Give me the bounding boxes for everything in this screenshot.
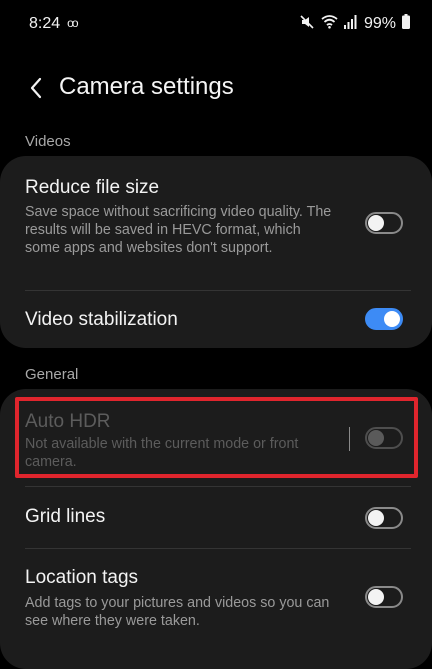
grid-lines-toggle[interactable]	[365, 507, 403, 529]
highlight-box	[15, 397, 418, 478]
setting-title: Location tags	[25, 567, 139, 588]
wifi-icon	[321, 14, 338, 34]
setting-title: Video stabilization	[25, 309, 178, 330]
section-label-videos: Videos	[25, 133, 71, 150]
status-bar: 8:24 oo 99%	[0, 0, 432, 48]
video-stabilization-toggle[interactable]	[365, 308, 403, 330]
setting-row-reduce-file-size[interactable]: Reduce file size Save space without sacr…	[0, 156, 432, 290]
toggle-knob	[368, 589, 384, 605]
setting-row-grid-lines[interactable]: Grid lines	[0, 487, 432, 547]
back-button[interactable]	[20, 72, 52, 104]
setting-title: Grid lines	[25, 506, 106, 527]
location-tags-toggle[interactable]	[365, 586, 403, 608]
status-time: 8:24	[29, 15, 61, 32]
status-right: 99%	[299, 14, 410, 35]
toggle-knob	[384, 311, 400, 327]
setting-description: Save space without sacrificing video qua…	[25, 204, 332, 256]
section-label-general: General	[25, 366, 79, 383]
videos-card: Reduce file size Save space without sacr…	[0, 156, 432, 348]
mute-icon	[299, 14, 315, 35]
chevron-left-icon	[30, 77, 42, 99]
setting-row-video-stabilization[interactable]: Video stabilization	[0, 291, 432, 348]
battery-icon	[402, 14, 410, 34]
setting-description: Add tags to your pictures and videos so …	[25, 595, 330, 629]
reduce-file-size-toggle[interactable]	[365, 212, 403, 234]
header: Camera settings	[0, 62, 432, 114]
signal-icon	[343, 14, 358, 34]
voicemail-icon: oo	[67, 16, 78, 30]
page-title: Camera settings	[59, 73, 234, 100]
setting-title: Reduce file size	[25, 177, 160, 198]
battery-percent: 99%	[363, 15, 396, 32]
toggle-knob	[368, 510, 384, 526]
toggle-knob	[368, 215, 384, 231]
setting-row-location-tags[interactable]: Location tags Add tags to your pictures …	[0, 549, 432, 649]
status-left: 8:24 oo	[29, 15, 79, 33]
